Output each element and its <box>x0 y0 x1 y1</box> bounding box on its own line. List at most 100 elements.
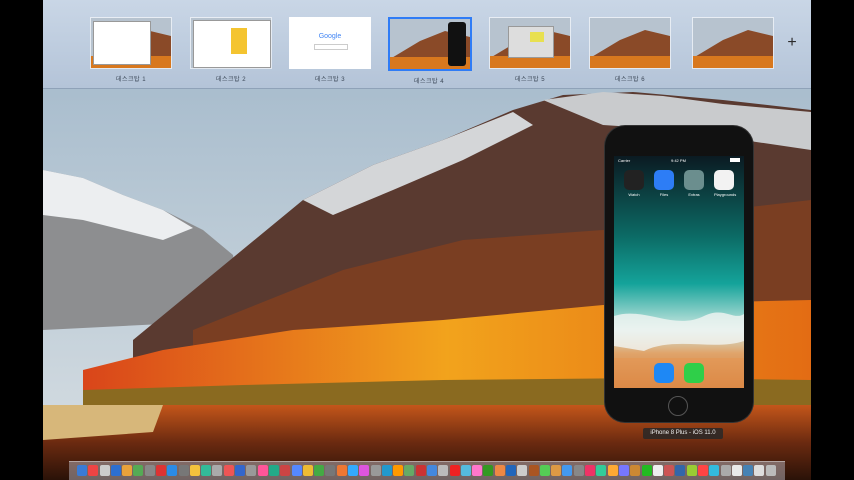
app-label: Files <box>659 192 669 197</box>
iphone-simulator[interactable]: Carrier 9:42 PM Watch Files Extras Playg… <box>605 126 753 422</box>
space-desktop-6[interactable]: 데스크탑 6 <box>589 17 671 83</box>
phone-status-bar: Carrier 9:42 PM <box>614 156 744 164</box>
space-desktop-5[interactable]: 데스크탑 5 <box>489 17 571 83</box>
messages-icon[interactable] <box>684 363 704 383</box>
dock-app-icon[interactable] <box>686 465 697 476</box>
dock-app-icon[interactable] <box>607 465 618 476</box>
dock-app-icon[interactable] <box>246 465 257 476</box>
dock-app-icon[interactable] <box>314 465 325 476</box>
phone-screen[interactable]: Carrier 9:42 PM Watch Files Extras Playg… <box>614 156 744 388</box>
safari-icon[interactable] <box>654 363 674 383</box>
thumbnail-note <box>231 28 247 54</box>
space-desktop-2[interactable]: 데스크탑 2 <box>190 17 272 83</box>
dock-app-icon[interactable] <box>709 465 720 476</box>
dock-app-icon[interactable] <box>596 465 607 476</box>
dock-app-icon[interactable] <box>494 465 505 476</box>
dock-app-icon[interactable] <box>483 465 494 476</box>
app-watch[interactable]: Watch <box>624 170 644 197</box>
dock-app-icon[interactable] <box>257 465 268 476</box>
app-icon <box>714 170 734 190</box>
home-button[interactable] <box>668 396 688 416</box>
dock-app-icon[interactable] <box>291 465 302 476</box>
dock-app-icon[interactable] <box>122 465 133 476</box>
dock-app-icon[interactable] <box>517 465 528 476</box>
dock-app-icon[interactable] <box>156 465 167 476</box>
thumbnail-search-box <box>314 44 348 50</box>
dock-app-icon[interactable] <box>675 465 686 476</box>
space-thumbnail <box>90 17 172 69</box>
folder-icon <box>684 170 704 190</box>
dock-app-icon[interactable] <box>302 465 313 476</box>
thumbnail-phone <box>448 22 466 66</box>
dock-app-icon[interactable] <box>438 465 449 476</box>
dock-app-icon[interactable] <box>201 465 212 476</box>
folder-icon <box>654 170 674 190</box>
dock-app-icon[interactable] <box>528 465 539 476</box>
dock-app-icon[interactable] <box>539 465 550 476</box>
dock-app-icon[interactable] <box>664 465 675 476</box>
dock-app-icon[interactable] <box>212 465 223 476</box>
dock-app-icon[interactable] <box>630 465 641 476</box>
dock-app-icon[interactable] <box>280 465 291 476</box>
dock-app-icon[interactable] <box>551 465 562 476</box>
dock-app-icon[interactable] <box>765 465 776 476</box>
dock-app-icon[interactable] <box>743 465 754 476</box>
dock-app-icon[interactable] <box>235 465 246 476</box>
app-files[interactable]: Files <box>654 170 674 197</box>
thumbnail-google-logo: Google <box>318 33 342 40</box>
dock-app-icon[interactable] <box>223 465 234 476</box>
dock-app-icon[interactable] <box>77 465 87 476</box>
watch-icon <box>624 170 644 190</box>
mac-dock <box>69 461 785 480</box>
space-thumbnail <box>692 17 774 69</box>
app-playgrounds[interactable]: Playgrounds <box>714 170 736 197</box>
dock-app-icon[interactable] <box>618 465 629 476</box>
dock-app-icon[interactable] <box>370 465 381 476</box>
dock-app-icon[interactable] <box>144 465 155 476</box>
dock-app-icon[interactable] <box>336 465 347 476</box>
dock-app-icon[interactable] <box>506 465 517 476</box>
dock-app-icon[interactable] <box>99 465 110 476</box>
battery-icon <box>730 158 740 162</box>
space-label: 데스크탑 2 <box>215 77 247 83</box>
space-desktop-3[interactable]: Google 데스크탑 3 <box>289 17 371 83</box>
app-extras[interactable]: Extras <box>684 170 704 197</box>
dock-app-icon[interactable] <box>347 465 358 476</box>
dock-app-icon[interactable] <box>268 465 279 476</box>
dock-app-icon[interactable] <box>88 465 99 476</box>
dock-app-icon[interactable] <box>472 465 483 476</box>
dock-app-icon[interactable] <box>562 465 573 476</box>
dock-app-icon[interactable] <box>641 465 652 476</box>
dock-app-icon[interactable] <box>460 465 471 476</box>
dock-app-icon[interactable] <box>449 465 460 476</box>
thumbnail-window <box>93 21 151 65</box>
plus-icon[interactable]: + <box>785 35 799 51</box>
dock-app-icon[interactable] <box>167 465 178 476</box>
space-desktop-1[interactable]: 데스크탑 1 <box>90 17 172 83</box>
dock-app-icon[interactable] <box>415 465 426 476</box>
clock-label: 9:42 PM <box>671 158 686 163</box>
dock-app-icon[interactable] <box>381 465 392 476</box>
dock-app-icon[interactable] <box>585 465 596 476</box>
dock-app-icon[interactable] <box>573 465 584 476</box>
dock-app-icon[interactable] <box>731 465 742 476</box>
dock-app-icon[interactable] <box>110 465 121 476</box>
dock-app-icon[interactable] <box>427 465 437 476</box>
dock-app-icon[interactable] <box>697 465 708 476</box>
app-label: Extras <box>688 192 700 197</box>
dock-app-icon[interactable] <box>754 465 765 476</box>
dock-app-icon[interactable] <box>404 465 415 476</box>
dock-app-icon[interactable] <box>359 465 370 476</box>
phone-dock <box>614 358 744 388</box>
dock-app-icon[interactable] <box>393 465 404 476</box>
space-desktop-7[interactable] <box>692 17 774 83</box>
dock-app-icon[interactable] <box>189 465 200 476</box>
space-label: 데스크탑 6 <box>614 77 646 83</box>
dock-app-icon[interactable] <box>133 465 144 476</box>
space-desktop-4[interactable]: 데스크탑 4 <box>388 17 472 85</box>
simulator-caption: iPhone 8 Plus - iOS 11.0 <box>643 428 723 439</box>
dock-app-icon[interactable] <box>325 465 336 476</box>
dock-app-icon[interactable] <box>178 465 189 476</box>
dock-app-icon[interactable] <box>652 465 663 476</box>
dock-app-icon[interactable] <box>720 465 731 476</box>
